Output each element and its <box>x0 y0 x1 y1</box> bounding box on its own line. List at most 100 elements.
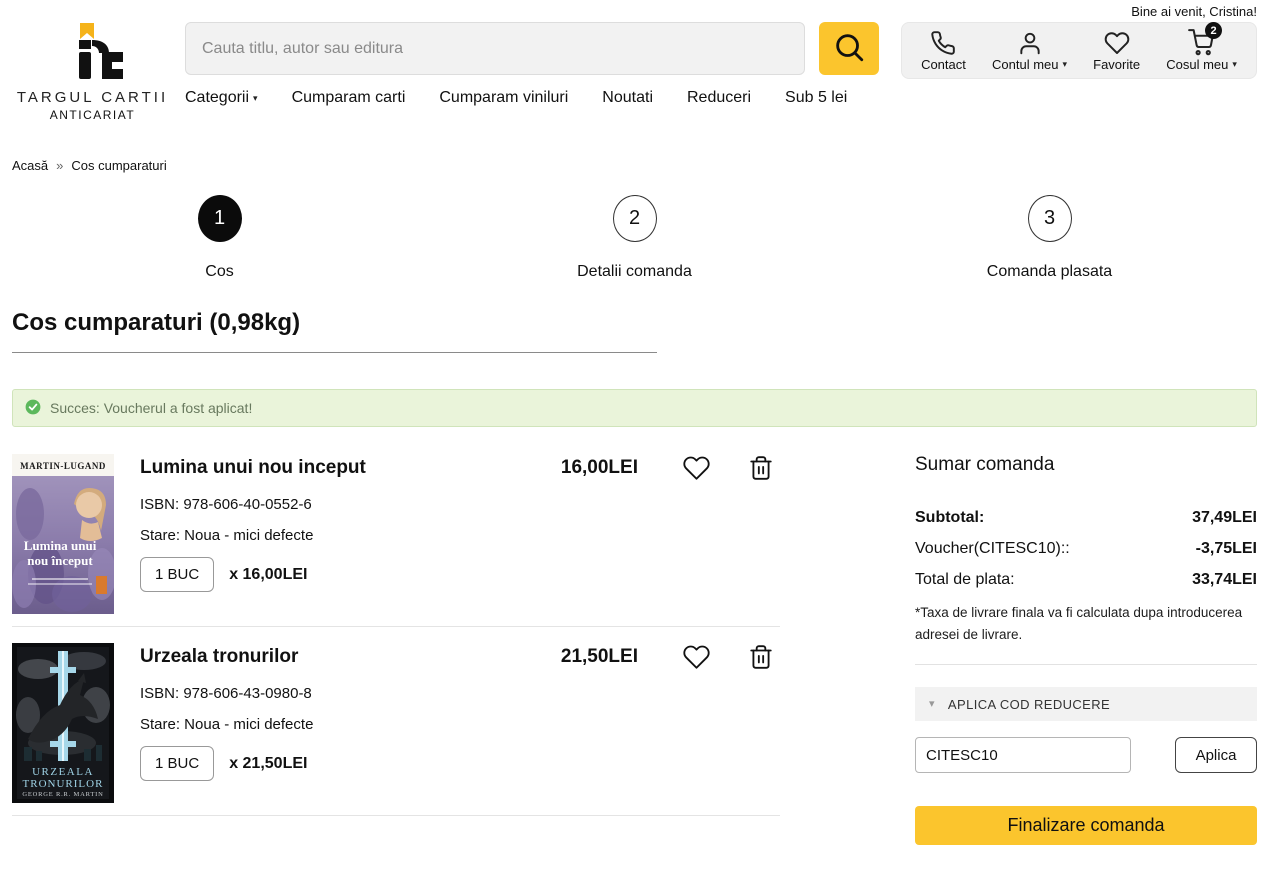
nav-cumparam-carti[interactable]: Cumparam carti <box>292 89 406 107</box>
book-cover-lumina[interactable]: MARTIN-LUGAND Lumina unui nou început <box>12 454 114 614</box>
site-logo[interactable]: TARGUL CARTII ANTICARIAT <box>0 22 185 122</box>
order-summary: Sumar comanda Subtotal: 37,49LEI Voucher… <box>915 427 1257 846</box>
breadcrumb: Acasă » Cos cumparaturi <box>12 158 1269 173</box>
cart-page: Bine ai venit, Cristina! TARGUL CARTII A… <box>0 0 1269 880</box>
item-title[interactable]: Urzeala tronurilor <box>140 643 561 668</box>
phone-icon <box>930 30 956 56</box>
nav-noutati[interactable]: Noutati <box>602 89 653 107</box>
step-detalii-comanda: 2 Detalii comanda <box>427 195 842 281</box>
step-2-label: Detalii comanda <box>577 263 692 280</box>
total-value: 33,74LEI <box>1192 571 1257 588</box>
voucher-value: -3,75LEI <box>1195 540 1257 557</box>
contact-button[interactable]: Contact <box>921 30 966 72</box>
book-cover-urzeala[interactable]: URZEALA TRONURILOR GEORGE R.R. MARTIN <box>12 643 114 803</box>
cart-item: URZEALA TRONURILOR GEORGE R.R. MARTIN Ur… <box>12 627 780 816</box>
step-2-circle: 2 <box>612 195 657 242</box>
item-title[interactable]: Lumina unui nou inceput <box>140 454 561 479</box>
cart-item-info: Lumina unui nou inceput 16,00LEI ISBN: 9… <box>140 454 780 614</box>
svg-text:URZEALA: URZEALA <box>32 766 94 778</box>
step-3-circle: 3 <box>1027 195 1072 242</box>
contact-label: Contact <box>921 56 966 72</box>
cart-icon: 2 <box>1188 22 1223 56</box>
checkout-button[interactable]: Finalizare comanda <box>915 806 1257 846</box>
heart-icon <box>682 456 711 485</box>
quantity-selector[interactable]: 1 BUC <box>140 557 215 592</box>
main-nav: Categorii ▾ Cumparam carti Cumparam vini… <box>185 89 879 107</box>
step-comanda-plasata: 3 Comanda plasata <box>842 195 1257 281</box>
logo-subtitle: ANTICARIAT <box>49 108 136 122</box>
trash-icon <box>748 645 774 674</box>
item-condition: Stare: Noua - mici defecte <box>140 716 314 733</box>
cart-item: MARTIN-LUGAND Lumina unui nou început Lu… <box>12 427 780 627</box>
search-input[interactable] <box>185 22 805 75</box>
book-cover-image-1: MARTIN-LUGAND Lumina unui nou început <box>12 454 114 614</box>
search-icon <box>832 30 866 67</box>
summary-row-total: Total de plata: 33,74LEI <box>915 571 1257 589</box>
svg-text:MARTIN-LUGAND: MARTIN-LUGAND <box>20 461 106 471</box>
voucher-code-input[interactable] <box>915 737 1131 774</box>
title-divider <box>12 352 657 353</box>
summary-title: Sumar comanda <box>915 454 1055 475</box>
remove-item-button[interactable] <box>748 643 774 671</box>
apply-voucher-button[interactable]: Aplica <box>1175 737 1257 774</box>
shipping-note: *Taxa de livrare finala va fi calculata … <box>915 605 1243 642</box>
quantity-selector[interactable]: 1 BUC <box>140 746 215 781</box>
account-menu[interactable]: Contul meu ▾ <box>992 30 1067 72</box>
subtotal-value: 37,49LEI <box>1192 509 1257 526</box>
success-alert-text: Succes: Voucherul a fost aplicat! <box>50 400 253 416</box>
favorites-label: Favorite <box>1093 56 1141 72</box>
item-price: 21,50LEI <box>560 646 638 667</box>
add-to-favorites-button[interactable] <box>682 454 711 482</box>
add-to-favorites-button[interactable] <box>682 643 711 671</box>
favorites-button[interactable]: Favorite <box>1093 30 1140 72</box>
voucher-label: Voucher(CITESC10):: <box>915 540 1070 557</box>
nav-categorii[interactable]: Categorii ▾ <box>185 89 258 107</box>
nav-sub-5-lei[interactable]: Sub 5 lei <box>785 89 847 107</box>
step-1-label: Cos <box>205 263 234 280</box>
item-price: 16,00LEI <box>560 457 638 478</box>
svg-text:nou început: nou început <box>27 553 93 568</box>
voucher-accordion-header[interactable]: ▾ APLICA COD REDUCERE <box>915 687 1257 722</box>
heart-icon <box>682 645 711 674</box>
chevron-down-icon: ▾ <box>253 92 258 103</box>
header: TARGUL CARTII ANTICARIAT Categorii ▾ <box>0 0 1269 122</box>
remove-item-button[interactable] <box>748 454 774 482</box>
book-cover-image-2: URZEALA TRONURILOR GEORGE R.R. MARTIN <box>12 643 114 803</box>
chevron-down-icon: ▾ <box>1232 59 1237 69</box>
breadcrumb-separator: » <box>56 158 64 173</box>
header-actions: Contact Contul meu ▾ Favorite 2 Cosul me… <box>901 22 1257 79</box>
subtotal-label: Subtotal: <box>915 509 985 526</box>
nav-reduceri[interactable]: Reduceri <box>687 89 751 107</box>
item-isbn: ISBN: 978-606-40-0552-6 <box>140 496 312 513</box>
chevron-down-icon: ▾ <box>1062 58 1068 69</box>
breadcrumb-home[interactable]: Acasă <box>12 158 48 173</box>
cart-menu[interactable]: 2 Cosul meu ▾ <box>1166 22 1237 72</box>
summary-row-subtotal: Subtotal: 37,49LEI <box>915 509 1257 527</box>
cart-item-info: Urzeala tronurilor 21,50LEI ISBN: 978-60… <box>140 643 780 803</box>
breadcrumb-current: Cos cumparaturi <box>71 158 167 173</box>
item-unit-price: x 21,50LEI <box>229 754 308 772</box>
checkout-steps: 1 Cos 2 Detalii comanda 3 Comanda plasat… <box>0 195 1269 281</box>
voucher-header-label: APLICA COD REDUCERE <box>947 696 1111 712</box>
nav-label: Categorii <box>185 89 250 106</box>
step-1-circle: 1 <box>197 195 242 242</box>
logo-title: TARGUL CARTII <box>16 89 169 106</box>
page-title: Cos cumparaturi (0,98kg) <box>12 309 301 336</box>
cart-items-list: MARTIN-LUGAND Lumina unui nou început Lu… <box>12 427 780 845</box>
step-3-label: Comanda plasata <box>986 263 1113 280</box>
logo-monogram-icon <box>62 23 124 84</box>
total-label: Total de plata: <box>915 571 1015 588</box>
cart-label: Cosul meu <box>1166 57 1229 72</box>
svg-text:Lumina unui: Lumina unui <box>24 538 97 553</box>
summary-divider <box>915 664 1257 666</box>
chevron-down-icon: ▾ <box>929 697 935 710</box>
step-cos: 1 Cos <box>12 195 427 281</box>
success-check-icon <box>25 399 41 418</box>
nav-cumparam-viniluri[interactable]: Cumparam viniluri <box>439 89 568 107</box>
summary-row-voucher: Voucher(CITESC10):: -3,75LEI <box>915 540 1257 558</box>
cart-count-badge: 2 <box>1205 22 1223 39</box>
svg-text:GEORGE R.R. MARTIN: GEORGE R.R. MARTIN <box>22 791 103 798</box>
item-isbn: ISBN: 978-606-43-0980-8 <box>140 685 312 702</box>
search-button[interactable] <box>819 22 879 75</box>
cart-main: MARTIN-LUGAND Lumina unui nou început Lu… <box>12 427 1257 846</box>
